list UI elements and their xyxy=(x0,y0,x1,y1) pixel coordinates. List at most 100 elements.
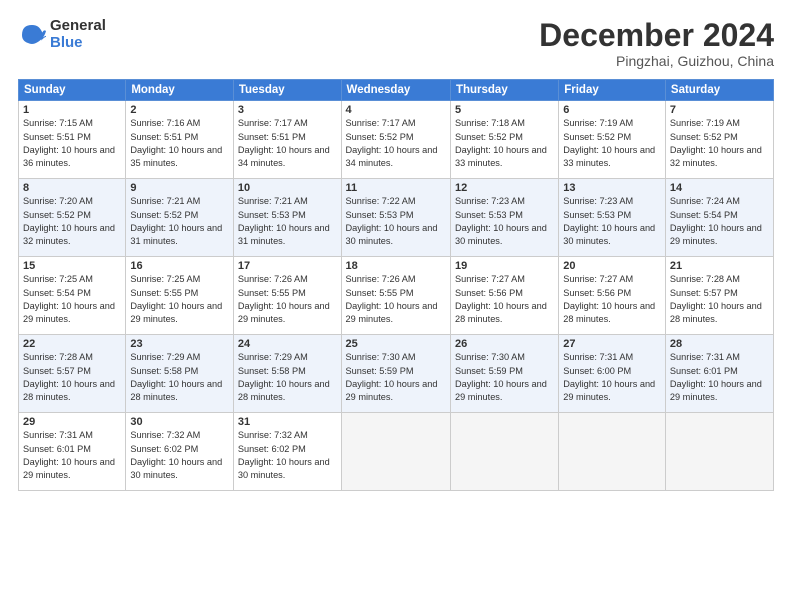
sunset-label: Sunset: 5:54 PM xyxy=(670,210,738,220)
table-row: 3 Sunrise: 7:17 AM Sunset: 5:51 PM Dayli… xyxy=(233,101,341,179)
day-info: Sunrise: 7:27 AM Sunset: 5:56 PM Dayligh… xyxy=(455,273,554,326)
sunrise-label: Sunrise: 7:32 AM xyxy=(130,430,200,440)
calendar-week-row: 1 Sunrise: 7:15 AM Sunset: 5:51 PM Dayli… xyxy=(19,101,774,179)
table-row: 27 Sunrise: 7:31 AM Sunset: 6:00 PM Dayl… xyxy=(559,335,666,413)
daylight-label: Daylight: 10 hours and 29 minutes. xyxy=(670,379,762,402)
table-row: 2 Sunrise: 7:16 AM Sunset: 5:51 PM Dayli… xyxy=(126,101,234,179)
day-info: Sunrise: 7:25 AM Sunset: 5:54 PM Dayligh… xyxy=(23,273,121,326)
sunrise-label: Sunrise: 7:19 AM xyxy=(563,118,633,128)
daylight-label: Daylight: 10 hours and 30 minutes. xyxy=(130,457,222,480)
calendar-week-row: 29 Sunrise: 7:31 AM Sunset: 6:01 PM Dayl… xyxy=(19,413,774,491)
day-info: Sunrise: 7:21 AM Sunset: 5:53 PM Dayligh… xyxy=(238,195,337,248)
table-row: 19 Sunrise: 7:27 AM Sunset: 5:56 PM Dayl… xyxy=(450,257,558,335)
day-number: 13 xyxy=(563,182,661,194)
table-row: 31 Sunrise: 7:32 AM Sunset: 6:02 PM Dayl… xyxy=(233,413,341,491)
daylight-label: Daylight: 10 hours and 29 minutes. xyxy=(238,301,330,324)
day-number: 7 xyxy=(670,104,769,116)
calendar-subtitle: Pingzhai, Guizhou, China xyxy=(539,53,774,69)
day-number: 11 xyxy=(346,182,446,194)
table-row: 23 Sunrise: 7:29 AM Sunset: 5:58 PM Dayl… xyxy=(126,335,234,413)
day-info: Sunrise: 7:23 AM Sunset: 5:53 PM Dayligh… xyxy=(563,195,661,248)
day-info: Sunrise: 7:26 AM Sunset: 5:55 PM Dayligh… xyxy=(238,273,337,326)
table-row: 5 Sunrise: 7:18 AM Sunset: 5:52 PM Dayli… xyxy=(450,101,558,179)
table-row: 9 Sunrise: 7:21 AM Sunset: 5:52 PM Dayli… xyxy=(126,179,234,257)
sunrise-label: Sunrise: 7:17 AM xyxy=(346,118,416,128)
sunrise-label: Sunrise: 7:27 AM xyxy=(455,274,525,284)
day-number: 1 xyxy=(23,104,121,116)
table-row: 12 Sunrise: 7:23 AM Sunset: 5:53 PM Dayl… xyxy=(450,179,558,257)
sunset-label: Sunset: 5:57 PM xyxy=(670,288,738,298)
day-info: Sunrise: 7:16 AM Sunset: 5:51 PM Dayligh… xyxy=(130,117,229,170)
day-number: 28 xyxy=(670,338,769,350)
daylight-label: Daylight: 10 hours and 28 minutes. xyxy=(23,379,115,402)
col-thursday: Thursday xyxy=(450,80,558,101)
calendar-title: December 2024 xyxy=(539,18,774,53)
sunrise-label: Sunrise: 7:21 AM xyxy=(130,196,200,206)
header: General Blue December 2024 Pingzhai, Gui… xyxy=(18,18,774,69)
calendar-week-row: 15 Sunrise: 7:25 AM Sunset: 5:54 PM Dayl… xyxy=(19,257,774,335)
daylight-label: Daylight: 10 hours and 30 minutes. xyxy=(238,457,330,480)
sunset-label: Sunset: 5:54 PM xyxy=(23,288,91,298)
table-row: 18 Sunrise: 7:26 AM Sunset: 5:55 PM Dayl… xyxy=(341,257,450,335)
day-number: 31 xyxy=(238,416,337,428)
table-row: 6 Sunrise: 7:19 AM Sunset: 5:52 PM Dayli… xyxy=(559,101,666,179)
table-row: 25 Sunrise: 7:30 AM Sunset: 5:59 PM Dayl… xyxy=(341,335,450,413)
sunrise-label: Sunrise: 7:30 AM xyxy=(455,352,525,362)
sunrise-label: Sunrise: 7:31 AM xyxy=(563,352,633,362)
day-number: 30 xyxy=(130,416,229,428)
table-row: 22 Sunrise: 7:28 AM Sunset: 5:57 PM Dayl… xyxy=(19,335,126,413)
calendar-week-row: 22 Sunrise: 7:28 AM Sunset: 5:57 PM Dayl… xyxy=(19,335,774,413)
day-number: 20 xyxy=(563,260,661,272)
logo-icon xyxy=(18,21,46,49)
day-number: 19 xyxy=(455,260,554,272)
day-info: Sunrise: 7:27 AM Sunset: 5:56 PM Dayligh… xyxy=(563,273,661,326)
day-info: Sunrise: 7:30 AM Sunset: 5:59 PM Dayligh… xyxy=(346,351,446,404)
sunrise-label: Sunrise: 7:18 AM xyxy=(455,118,525,128)
col-monday: Monday xyxy=(126,80,234,101)
day-number: 23 xyxy=(130,338,229,350)
sunset-label: Sunset: 6:01 PM xyxy=(23,444,91,454)
col-saturday: Saturday xyxy=(665,80,773,101)
day-number: 21 xyxy=(670,260,769,272)
daylight-label: Daylight: 10 hours and 29 minutes. xyxy=(23,457,115,480)
table-row: 21 Sunrise: 7:28 AM Sunset: 5:57 PM Dayl… xyxy=(665,257,773,335)
day-number: 2 xyxy=(130,104,229,116)
table-row: 11 Sunrise: 7:22 AM Sunset: 5:53 PM Dayl… xyxy=(341,179,450,257)
table-row xyxy=(450,413,558,491)
sunrise-label: Sunrise: 7:26 AM xyxy=(238,274,308,284)
sunrise-label: Sunrise: 7:23 AM xyxy=(455,196,525,206)
sunset-label: Sunset: 5:52 PM xyxy=(130,210,198,220)
sunset-label: Sunset: 6:02 PM xyxy=(130,444,198,454)
sunrise-label: Sunrise: 7:19 AM xyxy=(670,118,740,128)
table-row: 13 Sunrise: 7:23 AM Sunset: 5:53 PM Dayl… xyxy=(559,179,666,257)
daylight-label: Daylight: 10 hours and 34 minutes. xyxy=(346,145,438,168)
day-number: 5 xyxy=(455,104,554,116)
daylight-label: Daylight: 10 hours and 28 minutes. xyxy=(238,379,330,402)
sunrise-label: Sunrise: 7:25 AM xyxy=(130,274,200,284)
sunset-label: Sunset: 5:59 PM xyxy=(346,366,414,376)
daylight-label: Daylight: 10 hours and 29 minutes. xyxy=(130,301,222,324)
sunset-label: Sunset: 5:52 PM xyxy=(23,210,91,220)
sunrise-label: Sunrise: 7:31 AM xyxy=(23,430,93,440)
daylight-label: Daylight: 10 hours and 32 minutes. xyxy=(23,223,115,246)
day-number: 14 xyxy=(670,182,769,194)
sunset-label: Sunset: 5:57 PM xyxy=(23,366,91,376)
day-number: 25 xyxy=(346,338,446,350)
daylight-label: Daylight: 10 hours and 30 minutes. xyxy=(455,223,547,246)
sunset-label: Sunset: 6:02 PM xyxy=(238,444,306,454)
sunset-label: Sunset: 6:00 PM xyxy=(563,366,631,376)
day-info: Sunrise: 7:29 AM Sunset: 5:58 PM Dayligh… xyxy=(130,351,229,404)
table-row xyxy=(341,413,450,491)
logo-blue: Blue xyxy=(50,35,106,52)
sunset-label: Sunset: 5:51 PM xyxy=(238,132,306,142)
sunrise-label: Sunrise: 7:20 AM xyxy=(23,196,93,206)
sunrise-label: Sunrise: 7:26 AM xyxy=(346,274,416,284)
day-number: 8 xyxy=(23,182,121,194)
sunset-label: Sunset: 5:55 PM xyxy=(238,288,306,298)
table-row: 14 Sunrise: 7:24 AM Sunset: 5:54 PM Dayl… xyxy=(665,179,773,257)
day-number: 10 xyxy=(238,182,337,194)
sunset-label: Sunset: 5:52 PM xyxy=(670,132,738,142)
day-info: Sunrise: 7:17 AM Sunset: 5:52 PM Dayligh… xyxy=(346,117,446,170)
daylight-label: Daylight: 10 hours and 31 minutes. xyxy=(238,223,330,246)
daylight-label: Daylight: 10 hours and 33 minutes. xyxy=(563,145,655,168)
